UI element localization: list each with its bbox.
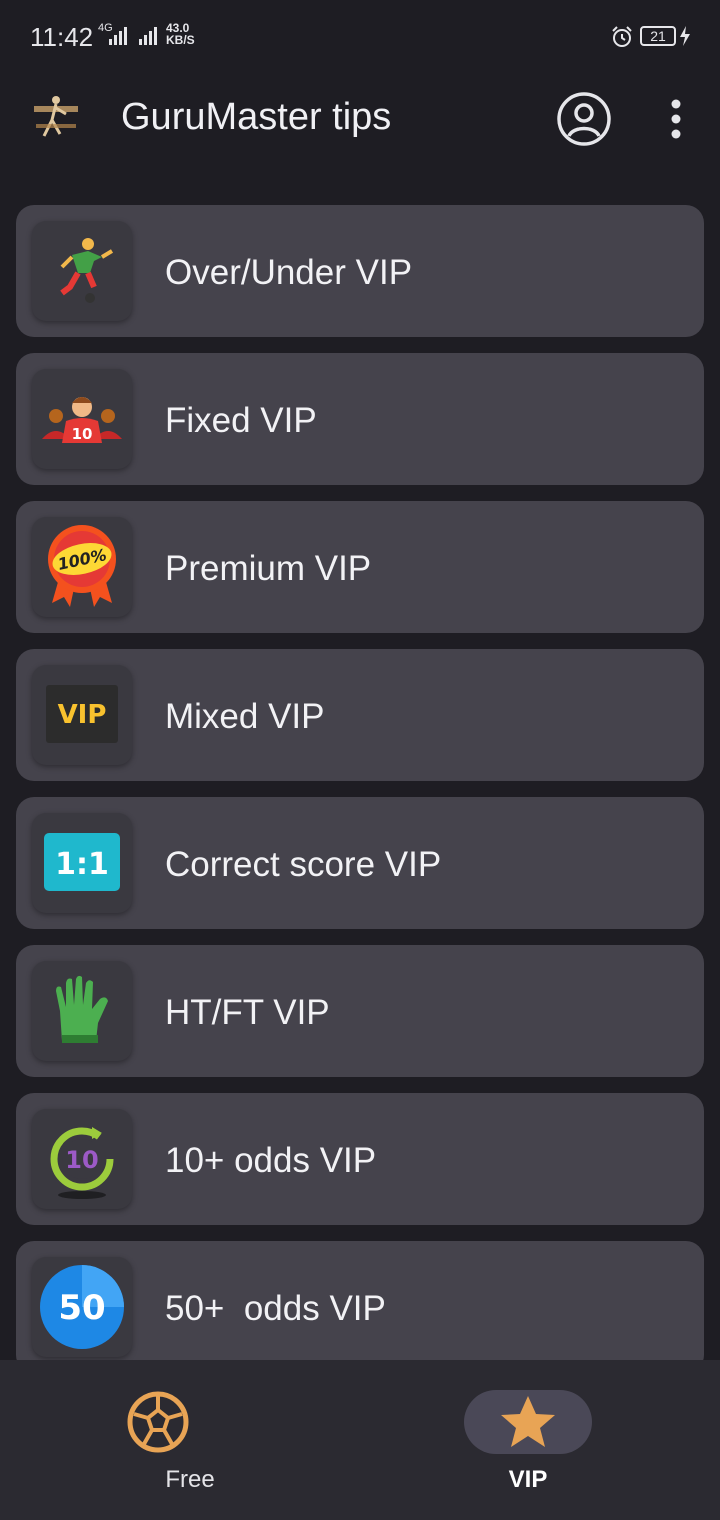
list-item-label: Correct score VIP	[165, 845, 442, 884]
goalkeeper-glove-icon	[56, 975, 108, 1043]
alarm-icon	[612, 26, 632, 47]
list-item-label: Mixed VIP	[165, 697, 325, 736]
list-item-fixed[interactable]: 10 Fixed VIP	[16, 353, 704, 485]
status-bar: 11:42 4G 43.0 KB/S 21	[0, 0, 720, 72]
account-icon[interactable]	[555, 90, 613, 148]
list-item-label: HT/FT VIP	[165, 993, 330, 1032]
nav-item-free[interactable]: Free	[0, 1360, 360, 1520]
100-percent-ribbon-icon: 100%	[48, 525, 116, 607]
list-item-50-odds[interactable]: 50 50+ odds VIP	[16, 1241, 704, 1373]
list-item-icon: 1:1	[32, 813, 132, 913]
vip-category-list: Over/Under VIP 10 Fixed VIP 100% Premium…	[16, 205, 704, 1389]
score-text: 1:1	[55, 847, 109, 882]
list-item-icon	[32, 961, 132, 1061]
list-item-icon: 10	[32, 369, 132, 469]
nav-item-vip[interactable]: VIP	[360, 1360, 720, 1520]
ten-text: 10	[65, 1146, 98, 1174]
app-bar: GuruMaster tips	[0, 72, 720, 172]
list-item-icon: 10	[32, 1109, 132, 1209]
fifty-text: 50	[58, 1288, 105, 1328]
signal-icon	[109, 27, 127, 45]
star-icon	[501, 1396, 555, 1447]
list-item-premium[interactable]: 100% Premium VIP	[16, 501, 704, 633]
vip-badge-icon: VIP	[46, 685, 118, 743]
soccer-ball-icon	[127, 1391, 189, 1453]
fifty-badge-icon: 50	[40, 1265, 124, 1349]
list-item-icon: VIP	[32, 665, 132, 765]
list-item-over-under[interactable]: Over/Under VIP	[16, 205, 704, 337]
list-item-icon: 50	[32, 1257, 132, 1357]
speed-unit: KB/S	[166, 33, 195, 47]
jersey-number: 10	[72, 425, 93, 443]
signal-icon-2	[139, 27, 157, 45]
list-item-ht-ft[interactable]: HT/FT VIP	[16, 945, 704, 1077]
ten-timer-icon: 10	[50, 1127, 114, 1199]
list-item-label: Over/Under VIP	[165, 253, 413, 292]
list-item-label: Fixed VIP	[165, 401, 317, 440]
list-item-icon: 100%	[32, 517, 132, 617]
list-item-label: 10+ odds VIP	[165, 1141, 377, 1180]
vip-text: VIP	[58, 700, 107, 730]
list-item-mixed[interactable]: VIP Mixed VIP	[16, 649, 704, 781]
list-item-10-odds[interactable]: 10 10+ odds VIP	[16, 1093, 704, 1225]
status-time: 11:42	[30, 22, 94, 52]
more-vert-icon[interactable]	[660, 96, 692, 142]
nav-label-vip: VIP	[508, 1466, 548, 1493]
list-item-icon	[32, 221, 132, 321]
list-item-label: 50+ odds VIP	[165, 1289, 386, 1328]
list-item-label: Premium VIP	[165, 549, 372, 588]
score-1-1-icon: 1:1	[44, 833, 120, 891]
soccer-player-icon	[60, 238, 114, 303]
battery-level: 21	[640, 26, 676, 46]
soccer-logo-icon	[34, 96, 78, 137]
app-title: GuruMaster tips	[121, 96, 392, 138]
network-speed: 43.0 KB/S	[166, 22, 195, 46]
list-item-correct-score[interactable]: 1:1 Correct score VIP	[16, 797, 704, 929]
nav-label-free: Free	[165, 1466, 215, 1493]
charging-icon	[680, 26, 690, 46]
team-players-icon: 10	[42, 397, 122, 443]
bottom-navigation: Free VIP	[0, 1360, 720, 1520]
